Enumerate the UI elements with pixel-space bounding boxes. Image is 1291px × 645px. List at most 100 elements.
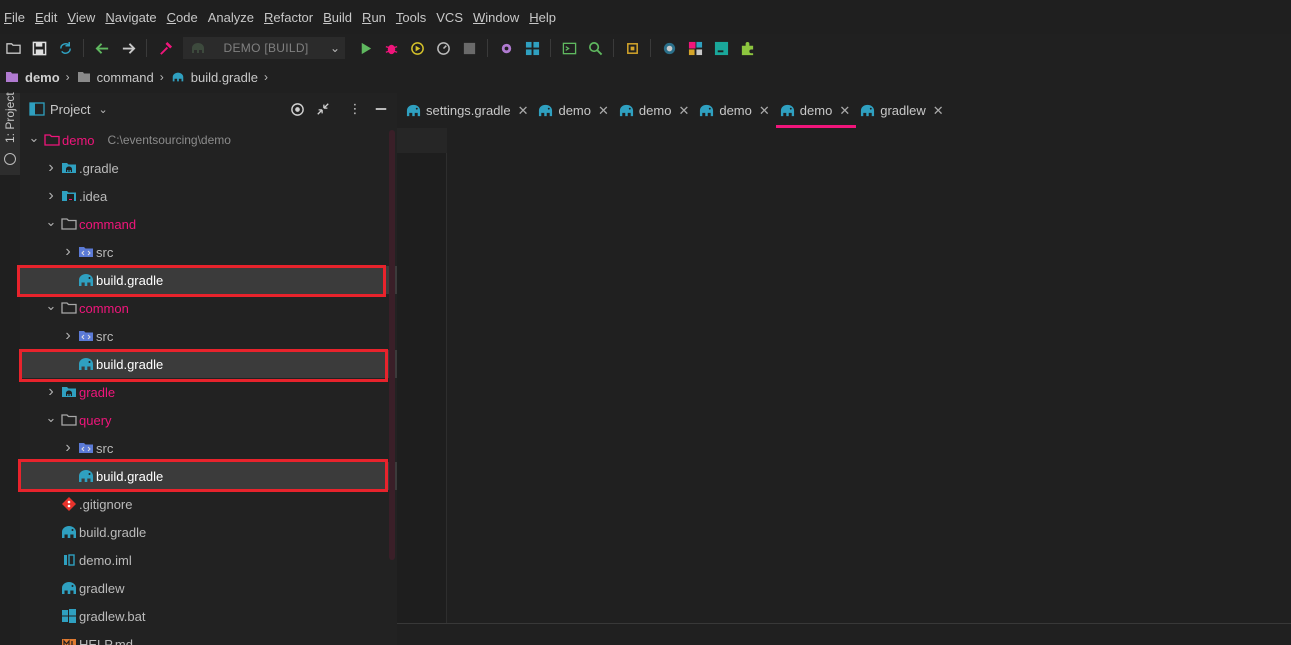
chevron-right-icon[interactable]: › xyxy=(44,159,58,176)
menu-item[interactable]: Refactor xyxy=(264,10,313,25)
close-icon[interactable]: ✕ xyxy=(839,103,850,119)
forward-arrow-icon[interactable] xyxy=(120,40,136,56)
project-tool-window-button[interactable]: 1: Project xyxy=(0,92,20,175)
terminal-icon[interactable] xyxy=(561,40,577,56)
menu-label: dit xyxy=(43,9,58,25)
menu-item[interactable]: VCS xyxy=(436,10,463,25)
editor-tab-active[interactable]: demo ✕ xyxy=(775,93,857,128)
breadcrumb-item-file[interactable]: build.gradle xyxy=(171,70,258,85)
close-icon[interactable]: ✕ xyxy=(518,103,529,119)
gradle-file-icon xyxy=(699,103,714,118)
tree-row[interactable]: ⌄ common xyxy=(20,294,397,322)
settings-gear-icon[interactable] xyxy=(498,40,514,56)
close-icon[interactable]: ✕ xyxy=(598,103,609,119)
chevron-right-icon[interactable]: › xyxy=(61,243,75,260)
menu-item[interactable]: Run xyxy=(362,10,386,25)
idea-folder-icon xyxy=(61,188,77,204)
sync-icon[interactable] xyxy=(57,40,73,56)
menu-item[interactable]: Navigate xyxy=(105,10,156,25)
gradle-file-icon xyxy=(538,103,553,118)
breadcrumb-item-project[interactable]: demo xyxy=(5,70,60,85)
locate-target-icon[interactable] xyxy=(289,101,305,117)
menu-label: Analyze xyxy=(207,9,254,25)
collapse-all-icon[interactable] xyxy=(315,101,331,117)
tree-row[interactable]: › src xyxy=(20,434,397,462)
close-icon[interactable]: ✕ xyxy=(933,103,944,119)
build-hammer-icon[interactable] xyxy=(157,40,173,56)
code-editor[interactable] xyxy=(448,128,1291,623)
menu-item[interactable]: Analyze xyxy=(208,10,254,25)
profiler-icon[interactable] xyxy=(435,40,451,56)
back-arrow-icon[interactable] xyxy=(94,40,110,56)
tree-item-label: .gradle xyxy=(79,160,119,176)
run-play-icon[interactable] xyxy=(357,40,373,56)
open-folder-icon[interactable] xyxy=(5,40,21,56)
chevron-down-icon[interactable]: ⌄ xyxy=(44,214,58,229)
chevron-down-icon[interactable]: ⌄ xyxy=(98,103,107,116)
chevron-right-icon[interactable]: › xyxy=(44,383,58,400)
run-configuration-select[interactable]: DEMO [BUILD] ⌄ xyxy=(183,37,345,59)
tree-row[interactable]: ⌄ query xyxy=(20,406,397,434)
puzzle-plugin-icon[interactable] xyxy=(739,40,755,56)
chevron-right-icon[interactable]: › xyxy=(61,439,75,456)
menu-item[interactable]: Window xyxy=(473,10,519,25)
tree-row-selected[interactable]: build.gradle xyxy=(20,350,397,378)
chevron-down-icon[interactable]: ⌄ xyxy=(27,130,41,145)
tree-row[interactable]: › gradle xyxy=(20,378,397,406)
tree-row[interactable]: ⌄ demo C:\eventsourcing\demo xyxy=(20,126,397,154)
jetbrains-toolbox-icon[interactable] xyxy=(713,40,729,56)
tree-row[interactable]: › src xyxy=(20,322,397,350)
tree-row[interactable]: .gitignore xyxy=(20,490,397,518)
run-coverage-icon[interactable] xyxy=(409,40,425,56)
chevron-down-icon[interactable]: ⌄ xyxy=(44,410,58,425)
menu-item[interactable]: Help xyxy=(529,10,556,25)
tree-row[interactable]: › .idea xyxy=(20,182,397,210)
editor-tab[interactable]: demo ✕ xyxy=(695,93,775,128)
menu-item[interactable]: File xyxy=(4,10,25,25)
tree-row[interactable]: ⌄ command xyxy=(20,210,397,238)
menu-item[interactable]: Code xyxy=(167,10,198,25)
editor-tab-label: demo xyxy=(638,103,672,118)
debug-bug-icon[interactable] xyxy=(383,40,399,56)
close-icon[interactable]: ✕ xyxy=(678,103,689,119)
chevron-down-icon[interactable]: ⌄ xyxy=(44,298,58,313)
tree-row[interactable]: gradlew.bat xyxy=(20,602,397,630)
tree-row-selected[interactable]: build.gradle xyxy=(20,266,397,294)
close-icon[interactable]: ✕ xyxy=(759,103,770,119)
menu-label: elp xyxy=(538,9,556,25)
tree-row[interactable]: HELP.md xyxy=(20,630,397,645)
save-icon[interactable] xyxy=(31,40,47,56)
editor-tab[interactable]: demo ✕ xyxy=(534,93,614,128)
menu-item[interactable]: Build xyxy=(323,10,352,25)
tree-row[interactable]: › .gradle xyxy=(20,154,397,182)
gradle-file-icon xyxy=(78,272,94,288)
editor-tab[interactable]: gradlew ✕ xyxy=(856,93,949,128)
project-structure-icon[interactable] xyxy=(524,40,540,56)
editor-tab[interactable]: settings.gradle ✕ xyxy=(402,93,534,128)
tree-row-selected[interactable]: build.gradle xyxy=(20,462,397,490)
project-tool-window-label: 1: Project xyxy=(3,92,17,143)
breadcrumb-item-module[interactable]: command xyxy=(77,70,154,85)
chevron-right-icon[interactable]: › xyxy=(44,187,58,204)
stop-icon[interactable] xyxy=(461,40,477,56)
menu-item[interactable]: Edit xyxy=(35,10,57,25)
minimize-icon[interactable] xyxy=(373,101,389,117)
plugin-chip-icon[interactable] xyxy=(624,40,640,56)
more-options-icon[interactable]: ⋮ xyxy=(347,101,363,117)
search-icon[interactable] xyxy=(587,40,603,56)
project-view-title[interactable]: Project xyxy=(50,102,90,117)
record-icon[interactable] xyxy=(661,40,677,56)
chevron-right-icon[interactable]: › xyxy=(61,327,75,344)
folder-icon xyxy=(77,70,91,84)
menu-mnemonic: N xyxy=(105,9,115,25)
tree-row[interactable]: gradlew xyxy=(20,574,397,602)
project-tree-scrollbar[interactable] xyxy=(389,130,395,560)
menu-item[interactable]: View xyxy=(67,10,95,25)
tree-row[interactable]: build.gradle xyxy=(20,518,397,546)
tree-row[interactable]: demo.iml xyxy=(20,546,397,574)
menu-item[interactable]: Tools xyxy=(396,10,426,25)
folder-icon xyxy=(61,300,77,316)
editor-tab[interactable]: demo ✕ xyxy=(615,93,695,128)
layout-icon[interactable] xyxy=(687,40,703,56)
tree-row[interactable]: › src xyxy=(20,238,397,266)
